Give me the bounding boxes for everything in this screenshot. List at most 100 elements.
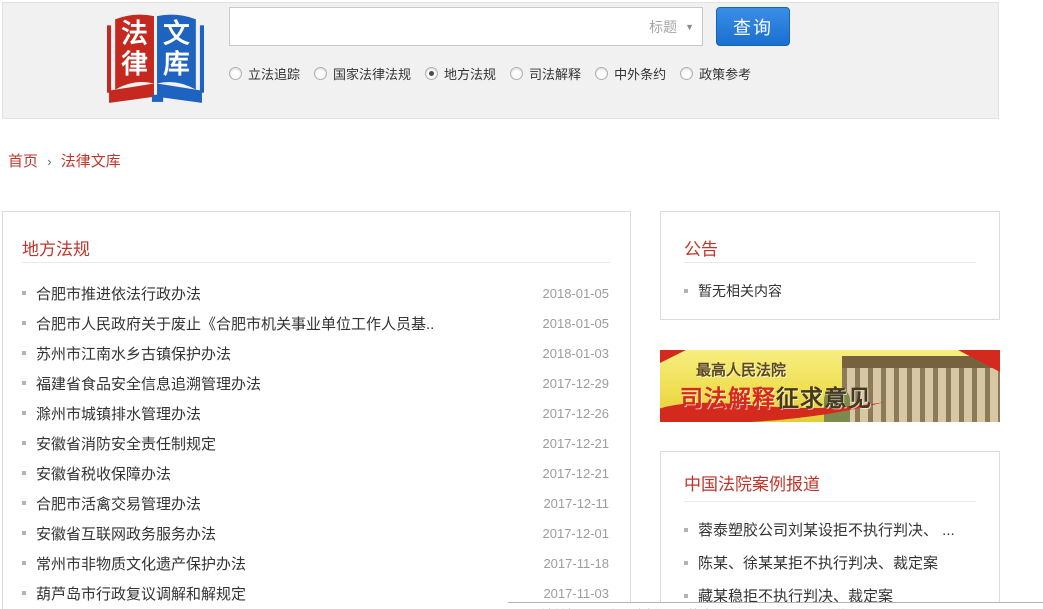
logo-char-lv: 律 xyxy=(121,49,148,79)
law-title-link[interactable]: 安徽省互联网政务服务办法 xyxy=(36,523,533,544)
supreme-court-banner[interactable]: 最高人民法院 司法解释征求意见 xyxy=(660,350,1000,422)
logo-char-ku: 库 xyxy=(163,49,190,79)
bullet-icon xyxy=(22,501,26,505)
search-input[interactable] xyxy=(230,8,620,45)
law-list-item[interactable]: 合肥市人民政府关于废止《合肥市机关事业单位工作人员基.. 2018-01-05 xyxy=(3,308,630,338)
radio-policy-reference[interactable]: 政策参考 xyxy=(680,64,751,83)
search-box: 标题 ▼ xyxy=(229,7,703,46)
bullet-icon xyxy=(22,321,26,325)
bullet-icon xyxy=(22,441,26,445)
panel-title-notice: 公告 xyxy=(684,235,718,260)
divider xyxy=(684,501,976,502)
chevron-down-icon: ▼ xyxy=(685,22,694,32)
bullet-icon xyxy=(684,528,688,532)
bottom-toolbar: ▶ 社前报 ◉ 会员直播 ▦ 热点资讯 ◎ ✎ ⬇ 下载 ⊞ ◎ ⮥ xyxy=(508,602,1043,609)
law-date: 2017-12-26 xyxy=(543,406,610,421)
law-list-item[interactable]: 苏州市江南水乡古镇保护办法 2018-01-03 xyxy=(3,338,630,368)
category-radio-group: 立法追踪 国家法律法规 地方法规 司法解释 中外条约 政策参考 xyxy=(229,64,765,83)
radio-icon xyxy=(595,67,608,80)
radio-treaties[interactable]: 中外条约 xyxy=(595,64,666,83)
bullet-icon xyxy=(22,471,26,475)
banner-line2-rest: 征求意见 xyxy=(776,385,872,411)
law-title-link[interactable]: 滁州市城镇排水管理办法 xyxy=(36,403,533,424)
toolbar-item[interactable]: 会员直播 xyxy=(607,605,659,609)
toolbar-item[interactable]: 社前报 xyxy=(540,605,579,609)
law-title-link[interactable]: 合肥市活禽交易管理办法 xyxy=(36,493,533,514)
law-date: 2018-01-05 xyxy=(543,316,610,331)
bullet-icon xyxy=(22,291,26,295)
law-title-link[interactable]: 合肥市人民政府关于废止《合肥市机关事业单位工作人员基.. xyxy=(36,313,533,334)
radio-icon xyxy=(680,67,693,80)
logo-char-wen: 文 xyxy=(163,19,190,49)
logo-char-fa: 法 xyxy=(121,19,148,49)
law-list-item[interactable]: 合肥市推进依法行政办法 2018-01-05 xyxy=(3,278,630,308)
radio-judicial-interpretation[interactable]: 司法解释 xyxy=(510,64,581,83)
law-date: 2018-01-05 xyxy=(543,286,610,301)
banner-line2-highlight: 司法解释 xyxy=(680,385,776,411)
law-title-link[interactable]: 安徽省消防安全责任制规定 xyxy=(36,433,533,454)
law-list: 合肥市推进依法行政办法 2018-01-05 合肥市人民政府关于废止《合肥市机关… xyxy=(3,278,630,608)
bullet-icon xyxy=(22,561,26,565)
logo-right-edge xyxy=(200,25,204,92)
breadcrumb: 首页 › 法律文库 xyxy=(8,150,121,171)
bullet-icon xyxy=(684,594,688,598)
radio-legislation-tracking[interactable]: 立法追踪 xyxy=(229,64,300,83)
divider xyxy=(22,262,610,263)
toolbar-item[interactable]: 热点资讯 xyxy=(688,605,740,609)
notice-empty-text: 暂无相关内容 xyxy=(698,281,782,301)
law-title-link[interactable]: 葫芦岛市行政复议调解和解规定 xyxy=(36,583,533,604)
cases-list: 蓉泰塑胶公司刘某设拒不执行判决、 ... 陈某、徐某某拒不执行判决、裁定案 藏某… xyxy=(684,513,979,609)
law-title-link[interactable]: 合肥市推进依法行政办法 xyxy=(36,283,533,304)
law-list-item[interactable]: 安徽省税收保障办法 2017-12-21 xyxy=(3,458,630,488)
bullet-icon xyxy=(22,531,26,535)
page: 法 律 文 库 标题 ▼ 查询 立法追踪 国家法律法规 地方法规 司法解释 xyxy=(0,0,1043,609)
banner-corner-decoration xyxy=(660,350,686,363)
law-title-link[interactable]: 苏州市江南水乡古镇保护办法 xyxy=(36,343,533,364)
bullet-icon xyxy=(684,289,688,293)
bullet-icon xyxy=(22,351,26,355)
notice-panel xyxy=(660,211,1000,320)
panel-title-court-cases: 中国法院案例报道 xyxy=(684,470,820,495)
breadcrumb-current[interactable]: 法律文库 xyxy=(61,153,121,170)
case-title-link[interactable]: 陈某、徐某某拒不执行判决、裁定案 xyxy=(698,552,938,573)
radio-icon xyxy=(510,67,523,80)
bullet-icon xyxy=(22,381,26,385)
law-title-link[interactable]: 安徽省税收保障办法 xyxy=(36,463,533,484)
query-button[interactable]: 查询 xyxy=(716,7,790,46)
law-date: 2017-12-21 xyxy=(543,436,610,451)
toolbar-item[interactable]: 下载 xyxy=(822,605,848,609)
notice-empty-item: 暂无相关内容 xyxy=(684,281,782,301)
bullet-icon xyxy=(22,591,26,595)
search-field-selector[interactable]: 标题 ▼ xyxy=(649,8,694,45)
radio-national-laws[interactable]: 国家法律法规 xyxy=(314,64,411,83)
law-date: 2017-11-18 xyxy=(543,556,609,571)
banner-line1: 最高人民法院 xyxy=(696,359,786,380)
law-list-item[interactable]: 滁州市城镇排水管理办法 2017-12-26 xyxy=(3,398,630,428)
law-date: 2017-12-01 xyxy=(543,526,610,541)
banner-line2: 司法解释征求意见 xyxy=(680,379,872,413)
law-date: 2018-01-03 xyxy=(543,346,610,361)
law-date: 2017-12-11 xyxy=(543,496,609,511)
breadcrumb-home-link[interactable]: 首页 xyxy=(8,153,38,170)
law-list-item[interactable]: 合肥市活禽交易管理办法 2017-12-11 xyxy=(3,488,630,518)
law-list-item[interactable]: 安徽省消防安全责任制规定 2017-12-21 xyxy=(3,428,630,458)
site-logo[interactable]: 法 律 文 库 xyxy=(106,9,205,106)
law-title-link[interactable]: 福建省食品安全信息追溯管理办法 xyxy=(36,373,533,394)
bullet-icon xyxy=(22,411,26,415)
radio-icon xyxy=(229,67,242,80)
case-list-item[interactable]: 陈某、徐某某拒不执行判决、裁定案 xyxy=(684,546,979,579)
breadcrumb-separator: › xyxy=(42,154,56,169)
law-list-item[interactable]: 福建省食品安全信息追溯管理办法 2017-12-29 xyxy=(3,368,630,398)
divider xyxy=(684,262,976,263)
case-title-link[interactable]: 蓉泰塑胶公司刘某设拒不执行判决、 ... xyxy=(698,519,955,540)
bullet-icon xyxy=(684,561,688,565)
radio-local-regulations[interactable]: 地方法规 xyxy=(425,64,496,83)
panel-title-local-regulations: 地方法规 xyxy=(22,235,90,260)
law-list-item[interactable]: 常州市非物质文化遗产保护办法 2017-11-18 xyxy=(3,548,630,578)
law-title-link[interactable]: 常州市非物质文化遗产保护办法 xyxy=(36,553,533,574)
radio-icon xyxy=(314,67,327,80)
case-list-item[interactable]: 蓉泰塑胶公司刘某设拒不执行判决、 ... xyxy=(684,513,979,546)
law-date: 2017-12-29 xyxy=(543,376,610,391)
law-list-item[interactable]: 安徽省互联网政务服务办法 2017-12-01 xyxy=(3,518,630,548)
radio-icon xyxy=(425,67,438,80)
